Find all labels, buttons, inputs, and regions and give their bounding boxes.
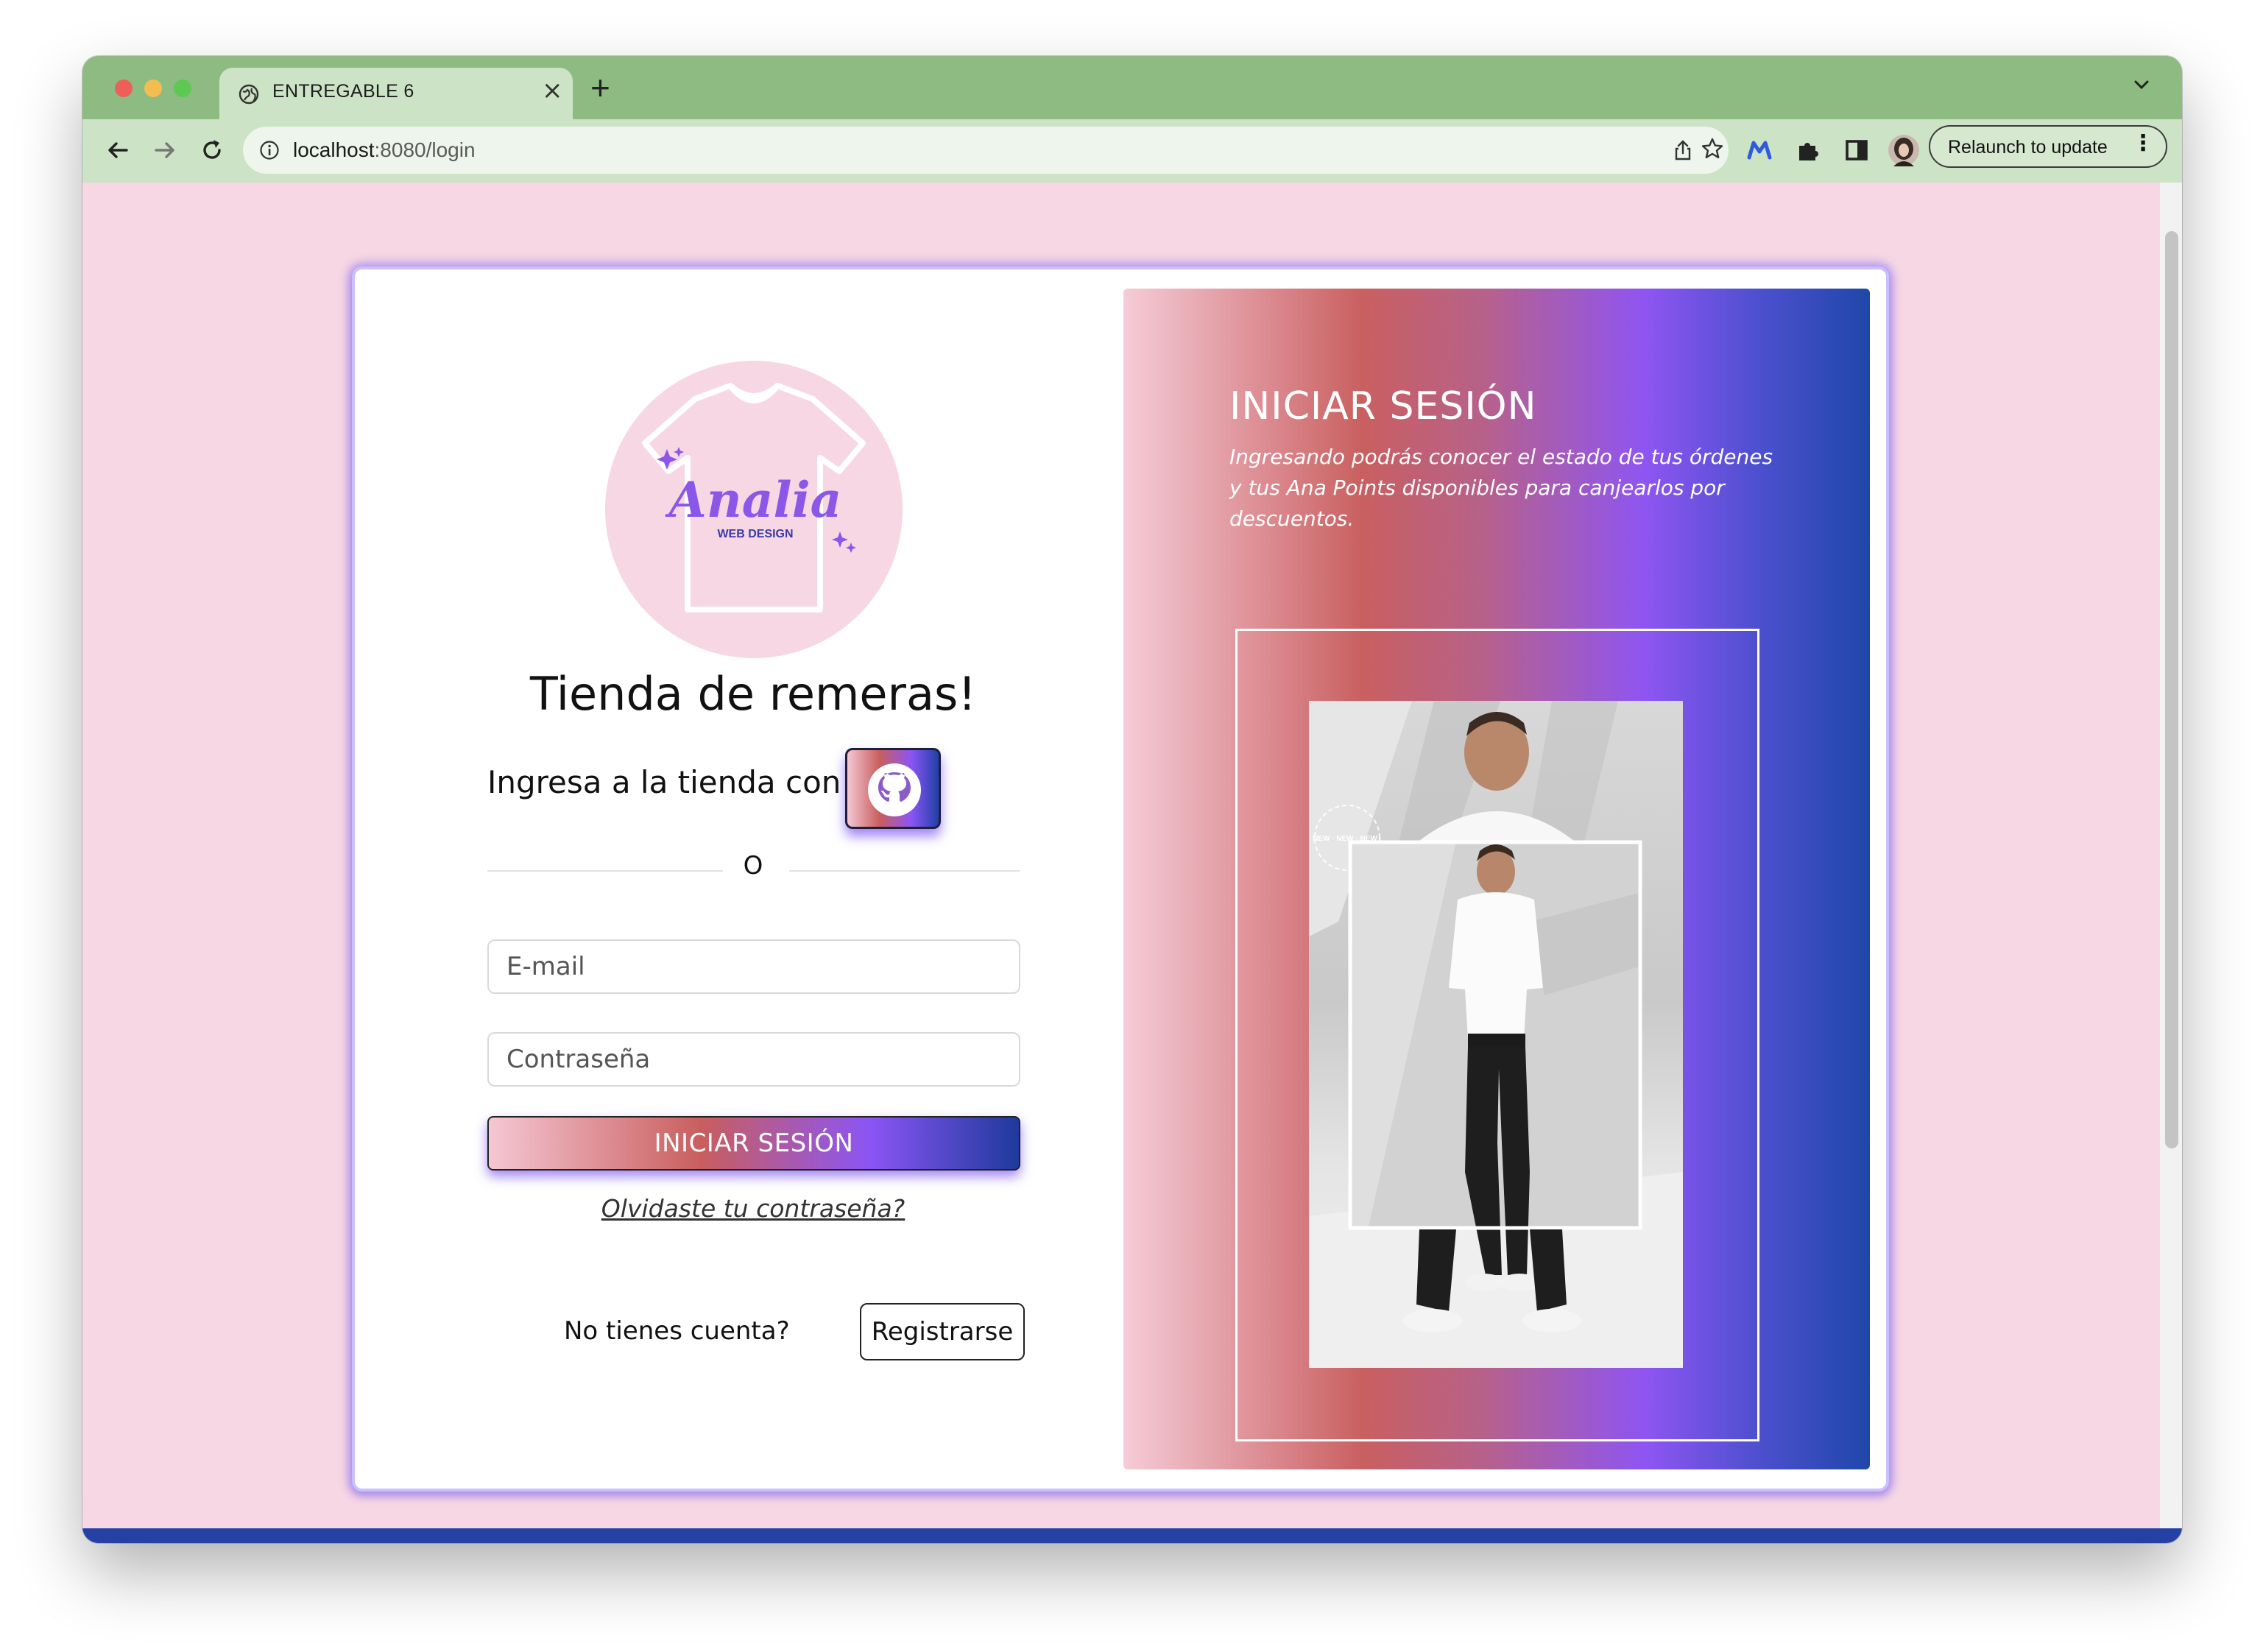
browser-toolbar: localhost:8080/login Relaunch to update … xyxy=(82,119,2182,184)
model-photo: NEW · NEW · NEW · xyxy=(1309,701,1683,1368)
logo-subtext: WEB DESIGN xyxy=(717,528,793,540)
url-text[interactable]: localhost:8080/login xyxy=(293,138,476,162)
scrollbar-thumb[interactable] xyxy=(2165,231,2178,1148)
register-button[interactable]: Registrarse xyxy=(860,1303,1025,1360)
avatar[interactable] xyxy=(1888,134,1920,166)
menu-icon[interactable]: ⋮ xyxy=(2132,133,2154,155)
sidebar-icon[interactable] xyxy=(1843,137,1870,163)
forward-icon[interactable] xyxy=(149,134,181,166)
url-path: :8080/login xyxy=(374,138,476,161)
github-login-button[interactable] xyxy=(845,748,941,829)
tshirt-logo: Analia WEB DESIGN xyxy=(642,383,866,613)
login-card: Analia WEB DESIGN Tienda de remeras! Ing… xyxy=(352,266,1889,1492)
promo-panel: INICIAR SESIÓN Ingresando podrás conocer… xyxy=(1123,289,1870,1469)
chevron-down-icon[interactable] xyxy=(2130,74,2153,96)
store-title: Tienda de remeras! xyxy=(529,667,977,721)
puzzle-icon[interactable] xyxy=(1795,137,1821,163)
close-icon[interactable]: × xyxy=(542,78,563,103)
relaunch-label: Relaunch to update xyxy=(1948,137,2108,158)
info-icon[interactable] xyxy=(259,140,280,160)
relaunch-button[interactable]: Relaunch to update ⋮ xyxy=(1929,125,2167,168)
browser-tab[interactable]: ENTREGABLE 6 × xyxy=(219,68,573,119)
promo-description: Ingresando podrás conocer el estado de t… xyxy=(1229,445,1773,531)
globe-icon xyxy=(239,84,259,105)
divider-right xyxy=(789,870,1020,872)
password-field[interactable] xyxy=(487,1032,1020,1087)
page-viewport: Analia WEB DESIGN Tienda de remeras! Ing… xyxy=(82,183,2182,1543)
url-host: localhost xyxy=(293,138,375,161)
login-button[interactable]: INICIAR SESIÓN xyxy=(487,1116,1020,1171)
logo-wordmark: Analia xyxy=(665,471,842,529)
no-account-text: No tienes cuenta? xyxy=(564,1316,790,1346)
reload-icon[interactable] xyxy=(196,134,228,166)
divider-or: O xyxy=(743,851,763,880)
forgot-password-link[interactable]: Olvidaste tu contraseña? xyxy=(355,1194,1151,1223)
plus-icon[interactable]: + xyxy=(590,71,610,105)
zoom-window-button[interactable] xyxy=(174,80,191,97)
back-icon[interactable] xyxy=(102,134,134,166)
brand-logo: Analia WEB DESIGN xyxy=(605,361,903,658)
address-bar[interactable]: localhost:8080/login xyxy=(243,127,1729,174)
close-window-button[interactable] xyxy=(115,80,133,97)
title-bar: ENTREGABLE 6 × + xyxy=(82,56,2182,119)
extension-m-icon[interactable] xyxy=(1746,137,1773,163)
tab-title: ENTREGABLE 6 xyxy=(272,81,414,102)
scrollbar[interactable] xyxy=(2159,183,2182,1528)
github-icon xyxy=(868,763,921,816)
github-login-prompt: Ingresa a la tienda con xyxy=(487,764,841,800)
promo-title: INICIAR SESIÓN xyxy=(1229,384,1537,428)
star-icon[interactable] xyxy=(1701,137,1724,160)
share-icon[interactable] xyxy=(1671,138,1695,162)
browser-window: ENTREGABLE 6 × + localhost:8080/login Re… xyxy=(82,56,2182,1543)
email-field[interactable] xyxy=(487,939,1020,994)
page-bottom-bar xyxy=(82,1528,2182,1543)
minimize-window-button[interactable] xyxy=(144,80,162,97)
